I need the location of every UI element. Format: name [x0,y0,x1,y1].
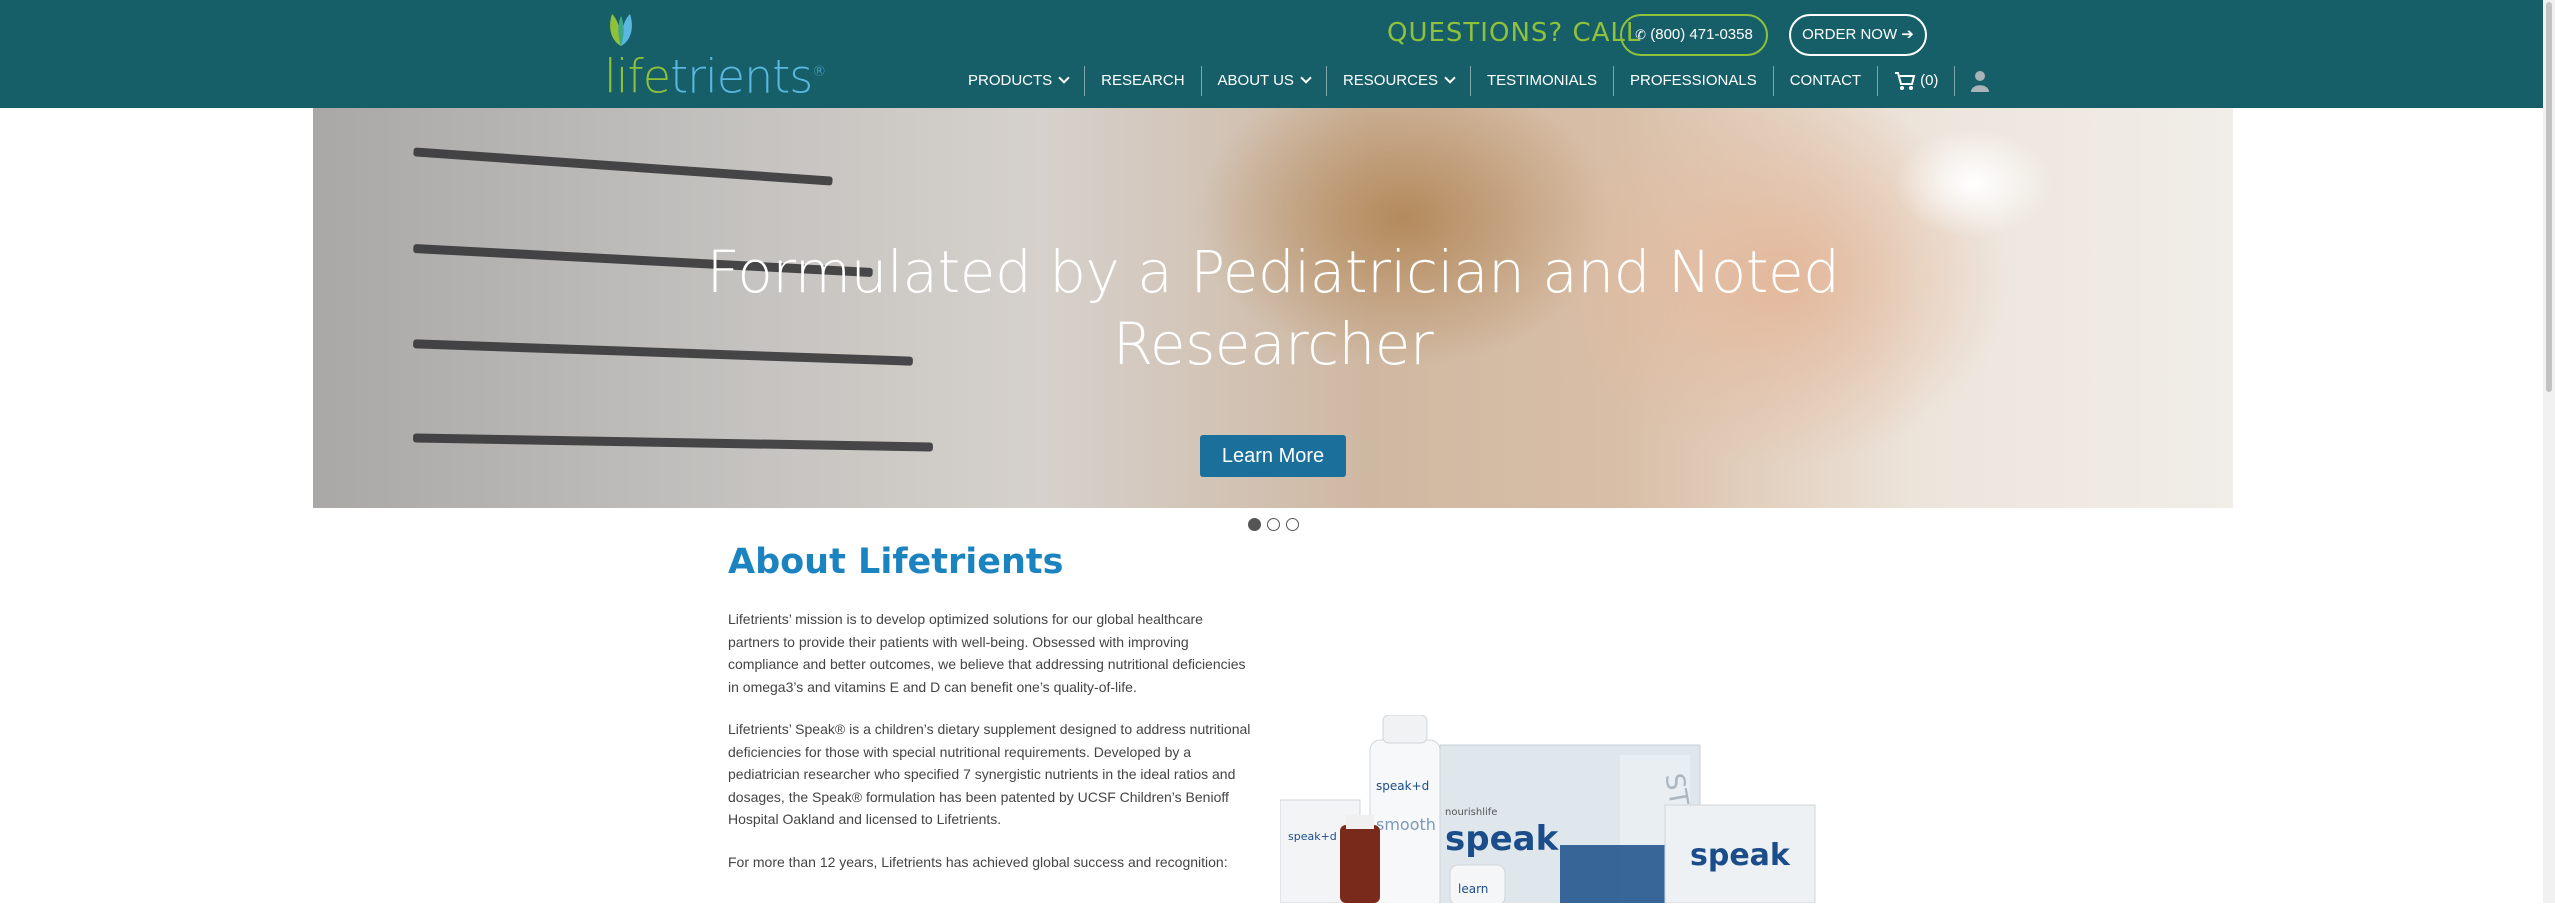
chevron-down-icon [1444,72,1456,84]
carousel-dots [1248,518,1299,531]
svg-text:speak: speak [1445,819,1560,859]
about-paragraph-recognition: For more than 12 years, Lifetrients has … [728,854,1228,870]
site-header: lifetrients® QUESTIONS? CALL ✆ (800) 471… [0,0,2555,108]
lifetrients-logo[interactable]: lifetrients® [604,12,826,100]
carousel-dot-1[interactable] [1248,518,1261,531]
chevron-down-icon [1058,72,1070,84]
about-paragraph-speak: Lifetrients’ Speak® is a children’s diet… [728,721,1251,827]
nav-item-research[interactable]: RESEARCH [1085,66,1202,96]
main-nav: PRODUCTS RESEARCH ABOUT US RESOURCES TES… [952,66,2005,96]
nav-item-resources[interactable]: RESOURCES [1327,66,1471,96]
phone-icon: ✆ [1635,27,1647,42]
svg-text:speak+d: speak+d [1376,779,1429,793]
cart-count: (0) [1920,72,1939,89]
product-image: STARTER KIT nourishlife speak speak+d sm… [1279,714,1820,907]
hero-title: Formulated by a Pediatrician and Noted R… [706,238,1840,378]
svg-text:smooth: smooth [1376,815,1436,834]
nav-item-professionals[interactable]: PROFESSIONALS [1614,66,1774,96]
carousel-dot-3[interactable] [1286,518,1299,531]
phone-button[interactable]: ✆ (800) 471-0358 [1620,14,1768,56]
svg-text:speak: speak [1690,838,1791,873]
nav-account[interactable] [1955,70,2005,92]
svg-text:learn: learn [1458,882,1488,896]
leaf-icon [610,14,632,46]
order-now-button[interactable]: ORDER NOW ➔ [1789,14,1927,56]
about-paragraph-mission: Lifetrients’ mission is to develop optim… [728,611,1246,695]
logo-wordmark: lifetrients® [604,49,826,104]
nav-item-testimonials[interactable]: TESTIMONIALS [1471,66,1614,96]
nav-cart[interactable]: (0) [1878,66,1956,96]
nav-item-contact[interactable]: CONTACT [1774,66,1879,96]
questions-call-label: QUESTIONS? CALL [1387,18,1642,48]
nav-item-products[interactable]: PRODUCTS [952,66,1086,96]
svg-text:nourishlife: nourishlife [1445,807,1497,818]
nav-item-about-us[interactable]: ABOUT US [1202,66,1327,96]
arrow-right-icon: ➔ [1901,26,1914,43]
order-now-label: ORDER NOW [1802,26,1898,43]
product-illustration: STARTER KIT nourishlife speak speak+d sm… [1279,714,1816,907]
phone-number: (800) 471-0358 [1650,26,1753,43]
carousel-dot-2[interactable] [1267,518,1280,531]
svg-text:speak+d: speak+d [1288,830,1337,843]
hero-decor [1893,128,2053,238]
learn-more-button[interactable]: Learn More [1200,435,1346,477]
chevron-down-icon [1300,72,1312,84]
user-icon [1971,71,1990,92]
cart-icon [1895,72,1916,90]
hero-banner: Formulated by a Pediatrician and Noted R… [313,108,2233,508]
scrollbar-thumb[interactable] [2546,2,2552,392]
about-title: About Lifetrients [728,542,1064,582]
